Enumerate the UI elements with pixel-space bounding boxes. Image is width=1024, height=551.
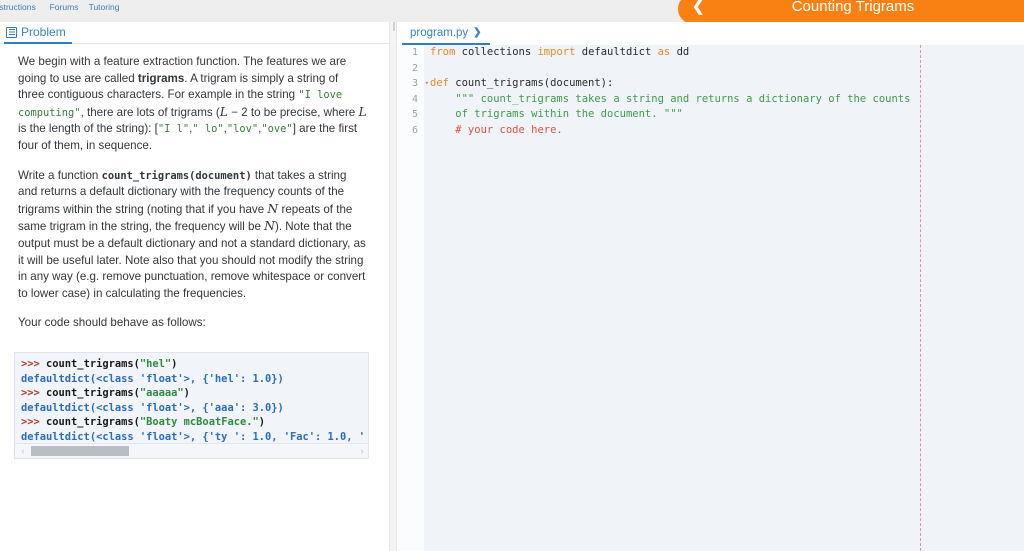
example-output-text: defaultdict(<class 'float'>, {'aaa': 3.0… [21,401,284,414]
example-output-text: defaultdict(<class 'float'>, {'ty ': 1.0… [21,430,366,443]
problem-paragraph-3: Your code should behave as follows: [18,316,206,330]
example-prompt: >>> [21,416,47,428]
p1-seg4: − 2 to be precise, where [227,105,359,119]
panel-resize-divider[interactable] [389,22,397,551]
example-output-block: >>> count_trigrams("hel") defaultdict(<cl… [14,352,369,459]
example-line: >>> count_trigrams("Boaty mcBoatFace.") [21,415,368,430]
p2-math-N2: N [264,218,275,234]
line-number: 2 [411,62,418,74]
p1-trigram-1: "I l" [157,123,190,136]
chevron-right-icon[interactable]: ❯ [473,27,481,38]
example-call-close: ) [258,416,265,428]
code-token-plain: count_trigrams(document): [448,77,614,89]
tab-problem[interactable]: Problem [4,22,72,44]
p1-trigram-2: " lo" [192,123,224,136]
code-token-cmt: # your code here. [430,123,563,136]
p1-math-L2: L [358,103,367,119]
code-token-str: of trigrams within the document. """ [430,108,683,120]
code-token-kw: from [430,46,456,58]
code-line: of trigrams within the document. """ [430,107,1024,123]
print-margin-line [920,45,921,551]
example-output-text: defaultdict(<class 'float'>, {'hel': 1.0… [21,372,284,385]
code-editor-panel: program.py ❯ 1 2 3 ▾ 4 5 6 from collections im… [397,22,1024,551]
divider-grip [393,22,395,31]
example-call-close: ) [171,358,178,370]
nav-item-tutoring[interactable]: Tutoring [76,0,132,13]
p2-function-signature: count_trigrams(document) [101,169,252,182]
example-prompt: >>> [21,387,47,399]
code-line: """ count_trigrams takes a string and re… [430,92,1024,108]
example-call: count_trigrams( [46,387,140,399]
problem-statement-body: We begin with a feature extraction funct… [0,44,389,551]
p1-trigram-4: "ove" [261,123,293,136]
example-argument-string: "Boaty mcBoatFace." [139,416,259,428]
line-number: 1 [411,47,418,58]
tab-problem-label: Problem [21,25,66,39]
p1-trigram-3: "lov" [226,123,259,136]
exercise-title-banner: ❮ Counting Trigrams [678,0,1024,24]
code-line: from collections import defaultdict as d… [430,45,1024,61]
problem-paragraph-2: Write a function count_trigrams(document… [18,168,367,303]
p1-math-L1: L [219,103,228,119]
example-line: defaultdict(<class 'float'>, {'hel': 1.0… [21,372,368,387]
p1-seg5: is the length of the string): [ [18,122,158,136]
exercise-title: Counting Trigrams [791,0,915,15]
scroll-right-chevron-icon[interactable]: › [355,444,368,458]
example-call: count_trigrams( [46,358,140,370]
example-line: >>> count_trigrams("aaaaa") [21,386,368,401]
problem-paragraph-1: We begin with a feature extraction funct… [18,54,367,155]
example-argument-string: "hel" [139,358,172,370]
code-line: def count_trigrams(document): [430,76,1024,92]
p2-seg1: Write a function [18,168,102,182]
code-token-plain: collections [455,46,538,58]
example-line: >>> count_trigrams("hel") [21,357,368,372]
code-token-plain: defaultdict [575,46,658,58]
example-output-lines: >>> count_trigrams("hel") defaultdict(<cl… [15,353,368,444]
editor-tab-bar: program.py ❯ [397,22,1024,45]
example-line: defaultdict(<class 'float'>, {'ty ': 1.0… [21,430,368,444]
example-argument-string: "aaaaa" [139,387,184,399]
example-call-close: ) [183,387,190,399]
editor-code-content[interactable]: from collections import defaultdict as d… [424,45,1024,551]
example-call: count_trigrams( [46,416,140,428]
code-token-kw: import [537,46,576,58]
p1-bold-trigrams: trigrams [137,71,185,85]
p2-math-N1: N [267,200,279,216]
tab-program-py[interactable]: program.py ❯ [402,22,490,45]
problem-tab-bar: Problem [0,22,389,44]
document-list-icon [6,26,17,38]
code-token-str: """ count_trigrams takes a string and re… [430,92,911,105]
code-editor-area[interactable]: 1 2 3 ▾ 4 5 6 from collections import defaultd… [397,45,1024,551]
tab-program-py-label: program.py [410,26,469,39]
code-token-kw: as [657,46,671,58]
problem-panel: Problem We begin with a feature extracti… [0,22,389,551]
line-number: 3 ▾ [397,76,429,92]
nav-label-tutoring: Tutoring [88,2,120,12]
line-number: 6 [411,124,418,136]
editor-line-number-gutter: 1 2 3 ▾ 4 5 6 [397,45,429,551]
scroll-left-chevron-icon[interactable]: ‹ [16,444,30,458]
example-line: defaultdict(<class 'float'>, {'aaa': 3.0… [21,401,368,416]
line-number: 4 [411,93,418,105]
code-line: # your code here. [430,123,1024,139]
p1-seg3: , there are lots of trigrams ( [80,105,220,119]
scrollbar-thumb[interactable] [31,446,129,456]
example-prompt: >>> [21,358,47,370]
line-number: 5 [411,109,418,120]
code-token-kw: def [430,77,449,89]
example-horizontal-scrollbar[interactable]: ‹ › [15,443,368,458]
code-token-plain: dd [670,46,690,58]
